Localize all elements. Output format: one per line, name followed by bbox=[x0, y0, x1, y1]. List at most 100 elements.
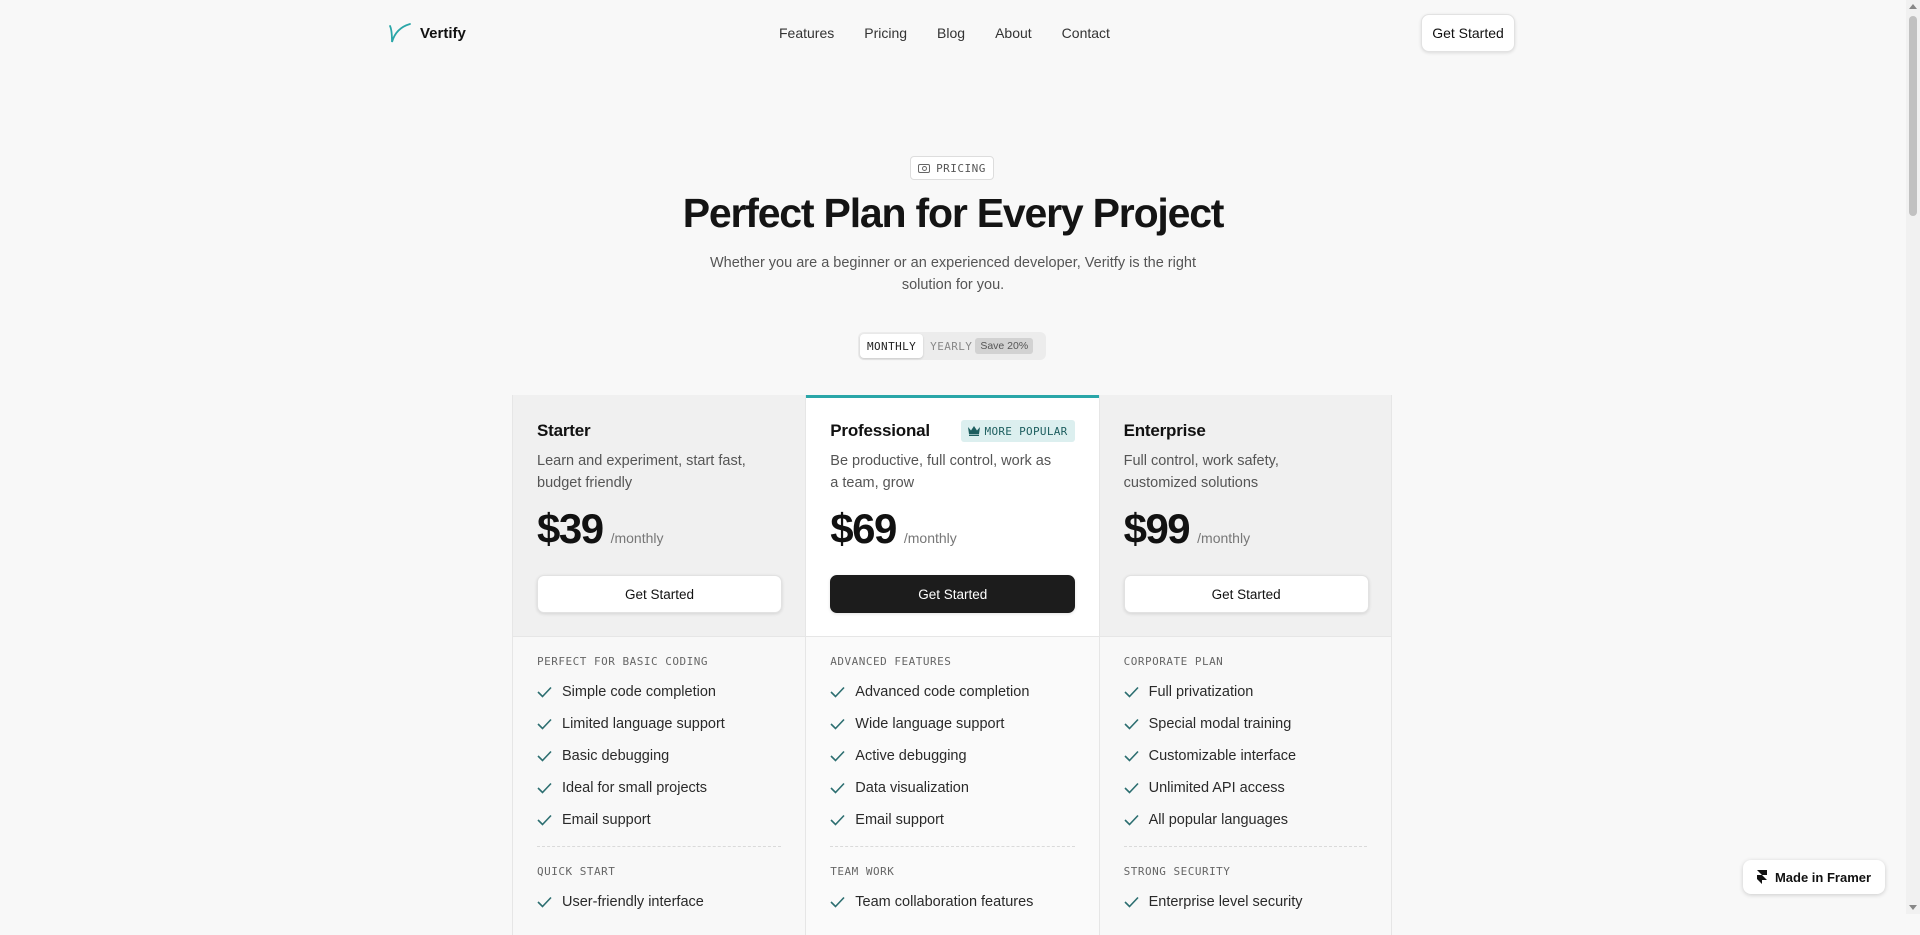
check-icon bbox=[537, 718, 552, 730]
check-icon bbox=[537, 896, 552, 908]
nav-link-contact[interactable]: Contact bbox=[1062, 25, 1110, 41]
feature-item: Customizable interface bbox=[1124, 740, 1367, 772]
check-icon bbox=[537, 814, 552, 826]
check-icon bbox=[537, 782, 552, 794]
check-icon bbox=[1124, 814, 1139, 826]
price-amount: $99 bbox=[1123, 505, 1191, 552]
check-icon bbox=[830, 814, 845, 826]
feature-label: Active debugging bbox=[855, 748, 967, 764]
billing-toggle: MONTHLY YEARLY Save 20% bbox=[858, 332, 1046, 360]
feature-label: Basic debugging bbox=[562, 748, 670, 764]
feature-item: All popular languages bbox=[1124, 804, 1367, 836]
pricing-pill-label: PRICING bbox=[936, 161, 986, 175]
section-divider bbox=[537, 846, 782, 847]
feature-item: Limited language support bbox=[537, 708, 781, 740]
feature-label: Team collaboration features bbox=[855, 894, 1034, 910]
nav-link-blog[interactable]: Blog bbox=[937, 25, 965, 41]
check-icon bbox=[830, 896, 845, 908]
feature-item: Email support bbox=[537, 804, 781, 836]
plan-features: PERFECT FOR BASIC CODING Simple code com… bbox=[513, 655, 805, 918]
feature-item: Active debugging bbox=[830, 740, 1074, 772]
feature-item: Special modal training bbox=[1124, 708, 1367, 740]
feature-label: Special modal training bbox=[1148, 716, 1292, 732]
framer-icon bbox=[1756, 870, 1767, 884]
plan-name: Starter bbox=[537, 421, 591, 440]
plan-name: Professional bbox=[830, 421, 930, 440]
pricing-pill: PRICING bbox=[910, 156, 994, 180]
feature-item: Data visualization bbox=[830, 772, 1074, 804]
check-icon bbox=[1124, 718, 1139, 730]
page-scrollbar[interactable] bbox=[1906, 0, 1920, 914]
price-period: /monthly bbox=[1197, 530, 1251, 546]
feature-section-title: CORPORATE PLAN bbox=[1123, 655, 1224, 668]
page-subtitle: Whether you are a beginner or an experie… bbox=[709, 255, 1197, 293]
plan-card-professional: Professional MORE POPULAR Be productive,… bbox=[805, 395, 1099, 935]
feature-label: All popular languages bbox=[1148, 812, 1289, 828]
feature-label: Wide language support bbox=[855, 716, 1005, 732]
feature-item: Team collaboration features bbox=[830, 886, 1074, 918]
nav-links: Features Pricing Blog About Contact bbox=[779, 25, 1110, 41]
feature-item: Basic debugging bbox=[537, 740, 781, 772]
price-period: /monthly bbox=[903, 530, 957, 546]
plan-price: $99 /monthly bbox=[1124, 505, 1251, 553]
feature-label: Email support bbox=[855, 812, 944, 828]
feature-label: Full privatization bbox=[1148, 684, 1254, 700]
plan-features: ADVANCED FEATURES Advanced code completi… bbox=[806, 655, 1098, 918]
feature-label: User-friendly interface bbox=[562, 894, 704, 910]
plan-card-enterprise: Enterprise Full control, work safety, cu… bbox=[1098, 395, 1392, 935]
feature-label: Limited language support bbox=[562, 716, 725, 732]
feature-section-title: STRONG SECURITY bbox=[1123, 865, 1231, 878]
feature-item: Simple code completion bbox=[537, 676, 781, 708]
plan-card-starter: Starter Learn and experiment, start fast… bbox=[512, 395, 806, 935]
check-icon bbox=[537, 750, 552, 762]
scroll-down-icon[interactable] bbox=[1909, 905, 1917, 910]
feature-label: Advanced code completion bbox=[855, 684, 1030, 700]
starter-get-started-button[interactable]: Get Started bbox=[537, 575, 782, 613]
scroll-up-icon[interactable] bbox=[1909, 4, 1917, 9]
professional-get-started-button[interactable]: Get Started bbox=[830, 575, 1076, 613]
plan-header: Starter Learn and experiment, start fast… bbox=[513, 395, 806, 637]
feature-item: Ideal for small projects bbox=[537, 772, 781, 804]
top-nav: Vertify Features Pricing Blog About Cont… bbox=[0, 0, 1906, 68]
crown-icon bbox=[967, 426, 980, 436]
feature-item: Full privatization bbox=[1124, 676, 1367, 708]
pricing-plans: Starter Learn and experiment, start fast… bbox=[512, 395, 1392, 935]
section-divider bbox=[830, 846, 1075, 847]
plan-description: Be productive, full control, work as a t… bbox=[830, 453, 1052, 491]
billing-yearly-option[interactable]: YEARLY bbox=[923, 334, 979, 358]
feature-item: User-friendly interface bbox=[537, 886, 781, 918]
nav-get-started-button[interactable]: Get Started bbox=[1421, 14, 1515, 52]
logo-text: Vertify bbox=[420, 24, 466, 42]
plan-header: Enterprise Full control, work safety, cu… bbox=[1099, 395, 1391, 637]
check-icon bbox=[537, 686, 552, 698]
billing-monthly-option[interactable]: MONTHLY bbox=[860, 334, 924, 358]
badge-label: MORE POPULAR bbox=[984, 424, 1068, 438]
logo-link[interactable]: Vertify bbox=[388, 22, 466, 44]
nav-link-features[interactable]: Features bbox=[779, 25, 834, 41]
check-icon bbox=[1124, 782, 1139, 794]
vertify-logo-icon bbox=[389, 23, 411, 43]
nav-link-about[interactable]: About bbox=[995, 25, 1032, 41]
plan-description: Full control, work safety, customized so… bbox=[1123, 453, 1279, 491]
scrollbar-thumb[interactable] bbox=[1909, 16, 1917, 216]
feature-item: Enterprise level security bbox=[1124, 886, 1367, 918]
feature-section-title: TEAM WORK bbox=[830, 865, 895, 878]
framer-badge-label: Made in Framer bbox=[1774, 869, 1872, 885]
feature-item: Wide language support bbox=[830, 708, 1074, 740]
feature-item: Email support bbox=[830, 804, 1074, 836]
check-icon bbox=[830, 750, 845, 762]
save-badge: Save 20% bbox=[975, 338, 1034, 354]
price-amount: $69 bbox=[830, 505, 897, 552]
page-title: Perfect Plan for Every Project bbox=[682, 190, 1225, 236]
feature-section-title: PERFECT FOR BASIC CODING bbox=[537, 655, 708, 668]
feature-item: Unlimited API access bbox=[1124, 772, 1367, 804]
plan-features: CORPORATE PLAN Full privatization Specia… bbox=[1100, 655, 1391, 918]
plan-price: $39 /monthly bbox=[537, 505, 664, 553]
plan-name: Enterprise bbox=[1123, 421, 1206, 440]
price-amount: $39 bbox=[537, 505, 604, 552]
check-icon bbox=[1124, 896, 1139, 908]
enterprise-get-started-button[interactable]: Get Started bbox=[1123, 575, 1369, 613]
nav-link-pricing[interactable]: Pricing bbox=[864, 25, 907, 41]
feature-label: Unlimited API access bbox=[1148, 780, 1285, 796]
made-in-framer-badge[interactable]: Made in Framer bbox=[1743, 860, 1885, 894]
